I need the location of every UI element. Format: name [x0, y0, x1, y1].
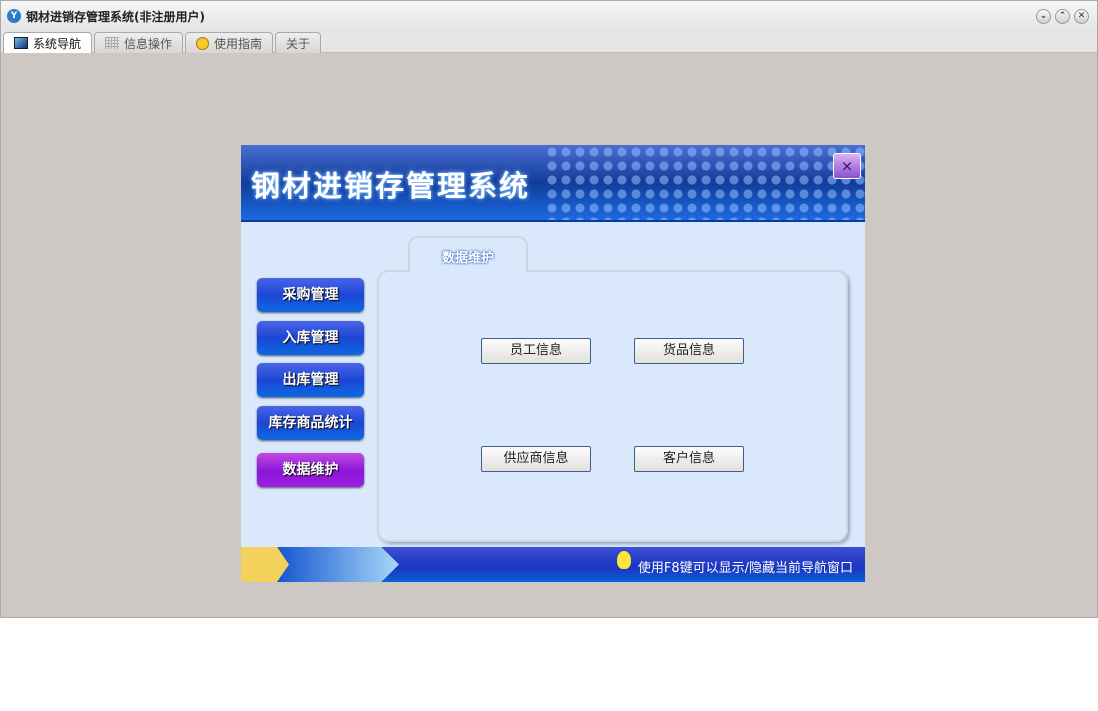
tab-label: 信息操作	[124, 36, 173, 51]
panel-header: 钢材进销存管理系统 ×	[241, 145, 865, 222]
panel-footer: 使用F8键可以显示/隐藏当前导航窗口	[241, 547, 865, 582]
tab-about[interactable]: 关于	[275, 32, 322, 53]
navigation-panel: 钢材进销存管理系统 × 采购管理 入库管理 出库管理 库存商品统计 数据维护 数…	[241, 145, 865, 582]
sidebar-item-stock-in[interactable]: 入库管理	[257, 321, 364, 355]
panel-close-button[interactable]: ×	[833, 153, 861, 179]
arrow-decoration	[281, 547, 399, 582]
lightbulb-icon	[617, 551, 631, 569]
employee-info-button[interactable]: 员工信息	[481, 338, 591, 364]
section-tab[interactable]: 数据维护	[408, 236, 528, 272]
goods-info-button[interactable]: 货品信息	[634, 338, 744, 364]
monitor-icon	[14, 37, 28, 49]
minimize-button[interactable]: ⌄	[1036, 9, 1051, 24]
customer-info-button[interactable]: 客户信息	[634, 446, 744, 472]
window-title: 钢材进销存管理系统(非注册用户)	[26, 9, 205, 24]
header-dots-decoration	[545, 145, 865, 220]
sidebar-item-inventory-stats[interactable]: 库存商品统计	[257, 406, 364, 440]
footer-hint: 使用F8键可以显示/隐藏当前导航窗口	[637, 561, 853, 576]
tab-bar: 系统导航 信息操作 使用指南 关于	[1, 31, 1097, 53]
supplier-info-button[interactable]: 供应商信息	[481, 446, 591, 472]
title-bar: Y 钢材进销存管理系统(非注册用户) ⌄ ⌃ ✕	[1, 1, 1097, 31]
tab-system-nav[interactable]: 系统导航	[3, 32, 93, 53]
sidebar-item-purchase[interactable]: 采购管理	[257, 278, 364, 312]
tab-info-ops[interactable]: 信息操作	[94, 32, 184, 53]
tab-guide[interactable]: 使用指南	[185, 32, 274, 53]
tab-label: 系统导航	[33, 36, 82, 51]
grid-icon	[105, 37, 120, 49]
sidebar-item-stock-out[interactable]: 出库管理	[257, 363, 364, 397]
restore-button[interactable]: ⌃	[1055, 9, 1070, 24]
panel-title: 钢材进销存管理系统	[251, 169, 531, 203]
help-icon	[196, 36, 210, 50]
close-button[interactable]: ✕	[1074, 9, 1089, 24]
tab-label: 使用指南	[214, 36, 263, 51]
tab-label: 关于	[286, 36, 311, 51]
app-logo-icon: Y	[7, 9, 21, 23]
section-content	[377, 270, 848, 542]
sidebar-item-data-maintenance[interactable]: 数据维护	[257, 453, 364, 487]
